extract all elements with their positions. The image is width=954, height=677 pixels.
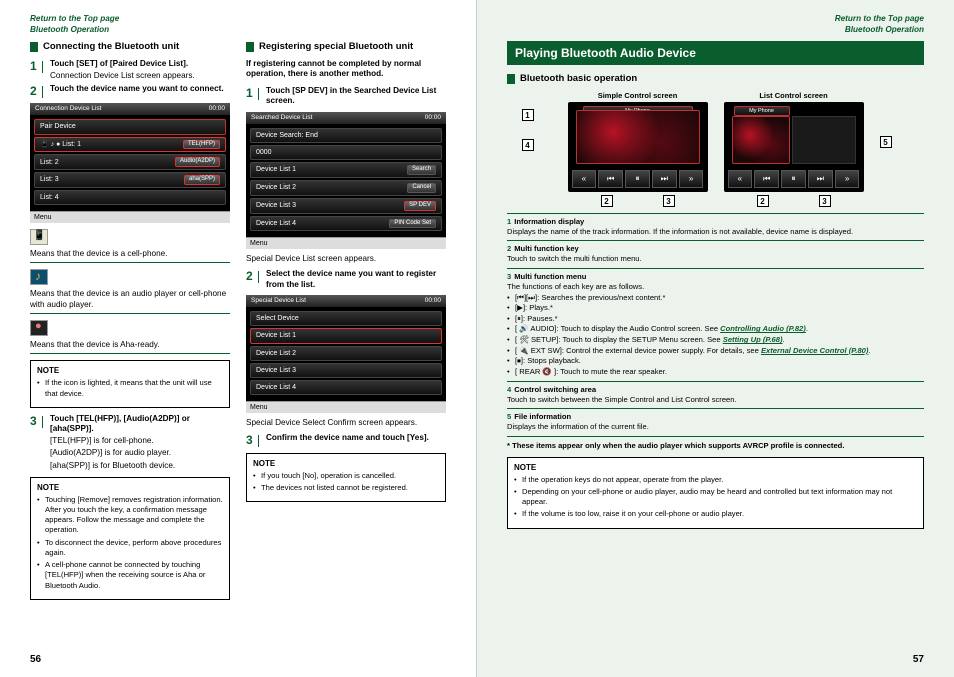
- list-item: [⏸]: Pauses.*: [507, 314, 924, 325]
- means-audio: Means that the device is an audio player…: [30, 288, 230, 310]
- step1-title: Touch [SET] of [Paired Device List].: [50, 59, 230, 69]
- section-link[interactable]: Bluetooth Operation: [30, 25, 446, 36]
- simple-control-screen: My Phone «⏮⏸⏭»: [568, 102, 708, 192]
- screenshot-searched-device-list: Searched Device List00:00 Device Search:…: [246, 112, 446, 250]
- callout-2: 2: [757, 195, 769, 207]
- row-head: File information: [514, 412, 571, 421]
- step-number: 1: [246, 86, 256, 107]
- section-mark-icon: [246, 42, 254, 52]
- note-title: NOTE: [253, 459, 439, 468]
- note-item: If the volume is too low, raise it on yo…: [514, 509, 917, 519]
- note-item: The devices not listed cannot be registe…: [253, 483, 439, 493]
- step1-desc: Connection Device List screen appears.: [50, 70, 230, 81]
- note-item: If the operation keys do not appear, ope…: [514, 475, 917, 485]
- note-item: To disconnect the device, perform above …: [37, 538, 223, 559]
- intro-text: If registering cannot be completed by no…: [246, 59, 446, 80]
- list-item: [⏹]: Stops playback.: [507, 356, 924, 367]
- row-desc: Displays the information of the current …: [507, 422, 924, 433]
- section-heading-registering: Registering special Bluetooth unit: [246, 41, 446, 52]
- link-controlling-audio[interactable]: Controlling Audio (P.82): [720, 324, 806, 333]
- link-external-device[interactable]: External Device Control (P.80): [761, 346, 868, 355]
- heading-text: Bluetooth basic operation: [520, 73, 637, 84]
- page-title-bar: Playing Bluetooth Audio Device: [507, 41, 924, 65]
- row-head: Control switching area: [514, 385, 596, 394]
- note-box: NOTE Touching [Remove] removes registrat…: [30, 477, 230, 600]
- audio-icon: [30, 269, 48, 285]
- step2-title: Touch the device name you want to connec…: [50, 84, 230, 94]
- caption: Special Device List screen appears.: [246, 254, 446, 263]
- control-screen-diagram: 1 4 Simple Control screen My Phone «⏮⏸⏭»…: [507, 91, 924, 207]
- heading-text: Connecting the Bluetooth unit: [43, 41, 179, 52]
- diagram-caption: List Control screen: [724, 91, 864, 100]
- aha-icon: [30, 320, 48, 336]
- step3-title: Touch [TEL(HFP)], [Audio(A2DP)] or [aha(…: [50, 414, 230, 435]
- note-title: NOTE: [37, 483, 223, 492]
- row-desc: Displays the name of the track informati…: [507, 227, 924, 238]
- section-heading-connecting: Connecting the Bluetooth unit: [30, 41, 230, 52]
- list-item: [ 🔌 EXT SW]: Control the external device…: [507, 346, 924, 357]
- return-links-left[interactable]: Return to the Top page Bluetooth Operati…: [30, 14, 446, 35]
- phone-icon: [30, 229, 48, 245]
- explanation-table: 1Information display Displays the name o…: [507, 213, 924, 437]
- list-control-screen: My Phone «⏮⏸⏭»: [724, 102, 864, 192]
- callout-4: 4: [522, 139, 534, 151]
- step-number: 2: [30, 84, 40, 98]
- callout-2: 2: [601, 195, 613, 207]
- means-phone: Means that the device is a cell-phone.: [30, 248, 230, 259]
- note-item: If you touch [No], operation is cancelle…: [253, 471, 439, 481]
- note-box: NOTE If the operation keys do not appear…: [507, 457, 924, 529]
- return-top-link[interactable]: Return to the Top page: [507, 14, 924, 25]
- row-desc: Touch to switch between the Simple Contr…: [507, 395, 924, 406]
- list-item: [ 🛠 SETUP]: Touch to display the SETUP M…: [507, 335, 924, 346]
- step-number: 2: [246, 269, 256, 290]
- note-item: Depending on your cell-phone or audio pl…: [514, 487, 917, 508]
- step-number: 1: [30, 59, 40, 81]
- step-number: 3: [30, 414, 40, 471]
- footnote: * These items appear only when the audio…: [507, 441, 924, 451]
- note-item: Touching [Remove] removes registration i…: [37, 495, 223, 536]
- callout-3: 3: [819, 195, 831, 207]
- return-links-right[interactable]: Return to the Top page Bluetooth Operati…: [507, 14, 924, 35]
- note-item: If the icon is lighted, it means that th…: [37, 378, 223, 399]
- row-desc: Touch to switch the multi function menu.: [507, 254, 924, 265]
- page-number-left: 56: [30, 654, 41, 665]
- note-box: NOTE If the icon is lighted, it means th…: [30, 360, 230, 408]
- note-item: A cell-phone cannot be connected by touc…: [37, 560, 223, 591]
- row-head: Multi function menu: [514, 272, 586, 281]
- screenshot-special-device-list: Special Device List00:00 Select Device D…: [246, 295, 446, 413]
- note-title: NOTE: [514, 463, 917, 472]
- list-item: [ 🔊 AUDIO]: Touch to display the Audio C…: [507, 324, 924, 335]
- shot-title: Connection Device List: [35, 105, 101, 113]
- step-title: Select the device name you want to regis…: [266, 269, 446, 290]
- row-head: Information display: [514, 217, 584, 226]
- note-box: NOTE If you touch [No], operation is can…: [246, 453, 446, 503]
- page-number-right: 57: [913, 654, 924, 665]
- row-desc: The functions of each key are as follows…: [507, 282, 924, 293]
- screenshot-connection-device-list: Connection Device List00:00 Pair Device …: [30, 103, 230, 223]
- caption: Special Device Select Confirm screen app…: [246, 418, 446, 427]
- section-mark-icon: [30, 42, 38, 52]
- list-item: [ REAR 🔇 ]: Touch to mute the rear speak…: [507, 367, 924, 378]
- note-title: NOTE: [37, 366, 223, 375]
- callout-1: 1: [522, 109, 534, 121]
- heading-text: Registering special Bluetooth unit: [259, 41, 413, 52]
- section-link[interactable]: Bluetooth Operation: [507, 25, 924, 36]
- means-aha: Means that the device is Aha-ready.: [30, 339, 230, 350]
- section-heading-basic-op: Bluetooth basic operation: [507, 73, 924, 84]
- list-item: [⏮][⏭]: Searches the previous/next conte…: [507, 293, 924, 304]
- section-mark-icon: [507, 74, 515, 84]
- step-title: Confirm the device name and touch [Yes].: [266, 433, 446, 443]
- link-setting-up[interactable]: Setting Up (P.68): [723, 335, 783, 344]
- callout-3: 3: [663, 195, 675, 207]
- list-item: [▶]: Plays.*: [507, 303, 924, 314]
- return-top-link[interactable]: Return to the Top page: [30, 14, 446, 25]
- step-title: Touch [SP DEV] in the Searched Device Li…: [266, 86, 446, 107]
- row-head: Multi function key: [514, 244, 579, 253]
- step-number: 3: [246, 433, 256, 447]
- diagram-caption: Simple Control screen: [568, 91, 708, 100]
- callout-5: 5: [880, 136, 892, 148]
